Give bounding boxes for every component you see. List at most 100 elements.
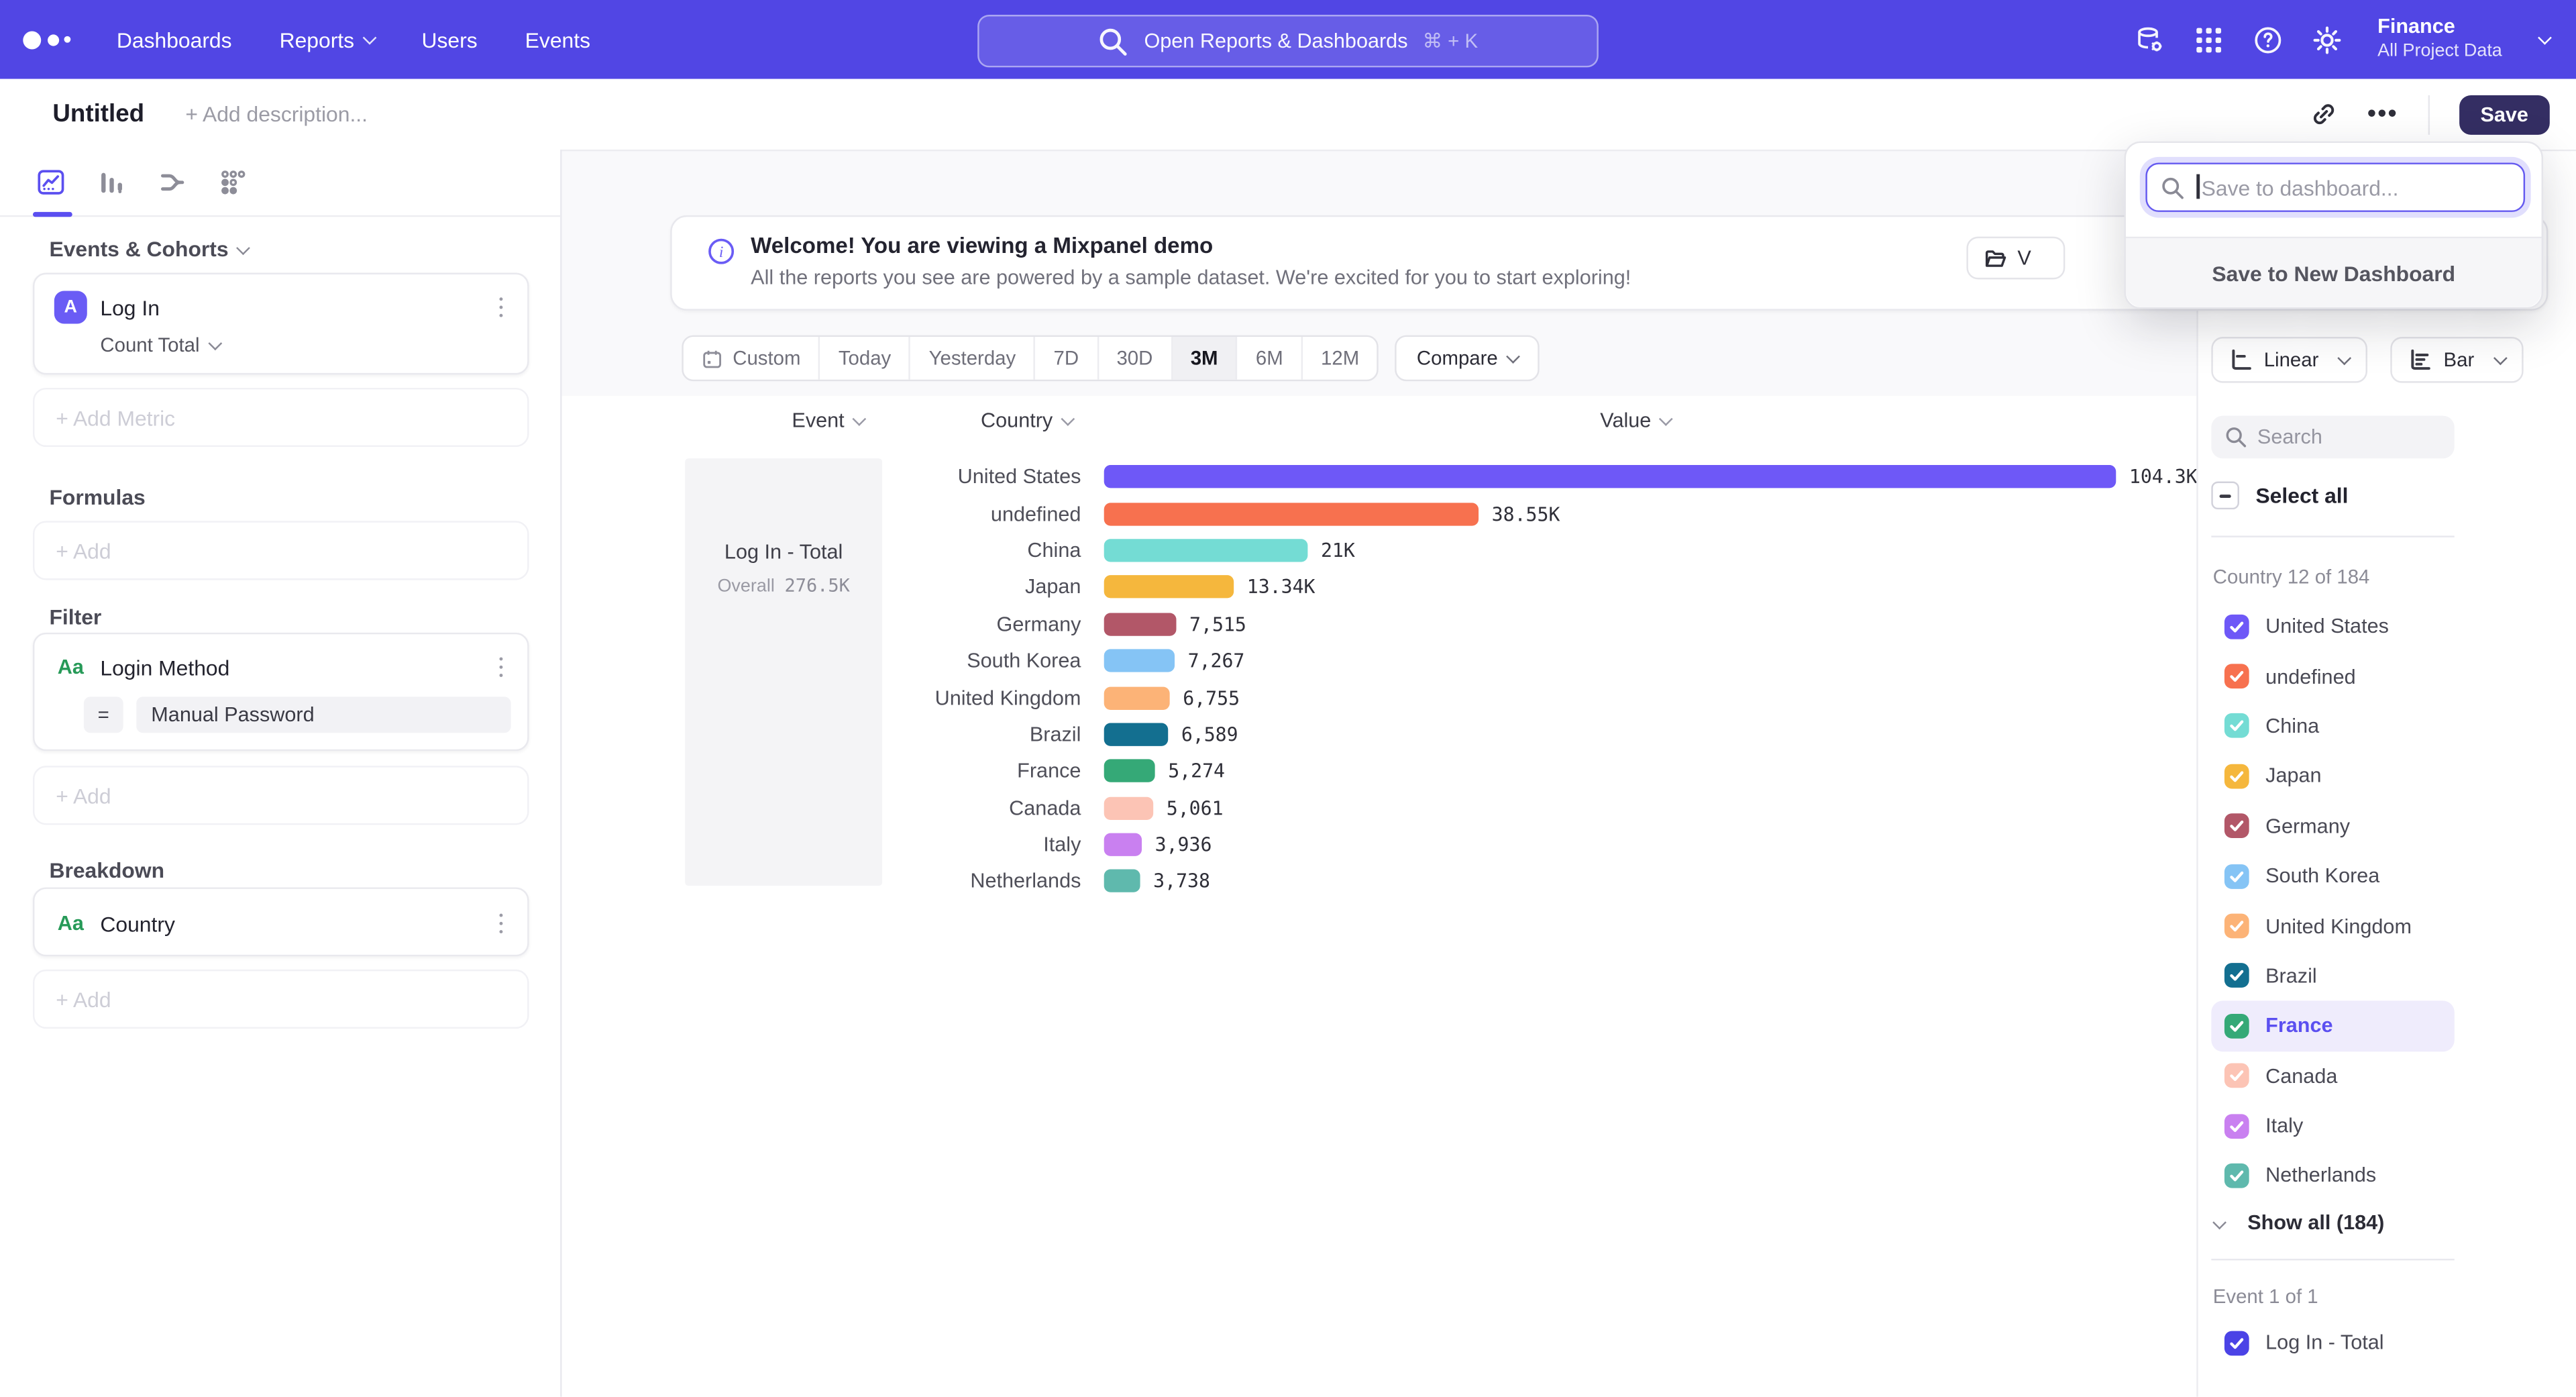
add-formula-button[interactable]: + Add — [33, 521, 529, 580]
country-checkbox[interactable] — [2224, 664, 2249, 689]
breakdown-card[interactable]: Aa Country — [33, 887, 529, 956]
range-3m[interactable]: 3M — [1173, 337, 1238, 380]
range-today[interactable]: Today — [820, 337, 911, 380]
bar-segment[interactable] — [1104, 576, 1234, 599]
country-checkbox[interactable] — [2224, 1064, 2249, 1088]
bar-segment[interactable] — [1104, 870, 1140, 893]
metric-card[interactable]: A Log In Count Total — [33, 273, 529, 375]
tab-funnels[interactable] — [80, 150, 142, 215]
event-checkbox-row[interactable]: Log In - Total — [2211, 1320, 2454, 1366]
country-row-united-states[interactable]: United States — [2211, 601, 2454, 651]
value-column-header[interactable]: Value — [1600, 409, 1670, 432]
country-row-undefined[interactable]: undefined — [2211, 652, 2454, 701]
add-breakdown-button[interactable]: + Add — [33, 970, 529, 1029]
breakdown-property-name[interactable]: Country — [100, 911, 494, 936]
metric-menu-button[interactable] — [494, 292, 508, 322]
show-all-button[interactable]: Show all (184) — [2211, 1211, 2384, 1234]
metric-event-name[interactable]: Log In — [100, 295, 494, 320]
report-title[interactable]: Untitled — [52, 100, 144, 128]
bar-segment[interactable] — [1104, 760, 1155, 782]
save-to-new-dashboard-button[interactable]: Save to New Dashboard — [2126, 237, 2542, 307]
save-dashboard-input[interactable] — [2147, 164, 2524, 211]
filter-menu-button[interactable] — [494, 652, 508, 682]
bar-segment[interactable] — [1104, 796, 1153, 819]
data-management-icon[interactable] — [2135, 24, 2166, 56]
save-button[interactable]: Save — [2459, 95, 2550, 134]
country-row-germany[interactable]: Germany — [2211, 801, 2454, 851]
country-checkbox[interactable] — [2224, 914, 2249, 939]
range-6m[interactable]: 6M — [1238, 337, 1303, 380]
events-cohorts-heading[interactable]: Events & Cohorts — [49, 237, 248, 262]
bar-segment[interactable] — [1104, 650, 1175, 672]
country-checkbox[interactable] — [2224, 1113, 2249, 1138]
tab-retention[interactable] — [202, 150, 263, 215]
bar-segment[interactable] — [1104, 539, 1308, 562]
range-custom[interactable]: Custom — [684, 337, 820, 380]
country-checkbox[interactable] — [2224, 714, 2249, 739]
filter-property-name[interactable]: Login Method — [100, 655, 494, 680]
country-row-italy[interactable]: Italy — [2211, 1101, 2454, 1151]
event-series-cell[interactable]: Log In - Total Overall 276.5K — [685, 458, 882, 886]
nav-item-dashboards[interactable]: Dashboards — [117, 27, 232, 52]
bar-segment[interactable] — [1104, 686, 1170, 709]
global-search-button[interactable]: Open Reports & Dashboards ⌘ + K — [977, 15, 1599, 67]
filter-card[interactable]: Aa Login Method = Manual Password — [33, 633, 529, 751]
country-column-header[interactable]: Country — [981, 409, 1073, 432]
view-dataset-button-partial[interactable]: V — [1966, 237, 2065, 280]
country-row-brazil[interactable]: Brazil — [2211, 951, 2454, 1000]
range-7d[interactable]: 7D — [1036, 337, 1099, 380]
bar-segment[interactable] — [1104, 833, 1142, 856]
nav-item-events[interactable]: Events — [525, 27, 590, 52]
bar-segment[interactable] — [1104, 613, 1177, 635]
legend-search[interactable] — [2211, 416, 2454, 459]
country-row-canada[interactable]: Canada — [2211, 1051, 2454, 1100]
country-checkbox[interactable] — [2224, 814, 2249, 839]
apps-grid-icon[interactable] — [2194, 24, 2225, 56]
help-icon[interactable] — [2253, 24, 2284, 56]
event-column-header[interactable]: Event — [792, 409, 864, 432]
country-row-south-korea[interactable]: South Korea — [2211, 851, 2454, 900]
more-options-button[interactable]: ••• — [2367, 100, 2398, 128]
select-all-row[interactable]: Select all — [2211, 482, 2348, 510]
mixpanel-logo-icon[interactable] — [23, 30, 70, 48]
country-row-netherlands[interactable]: Netherlands — [2211, 1151, 2454, 1200]
breakdown-menu-button[interactable] — [494, 909, 508, 939]
country-checkbox[interactable] — [2224, 1163, 2249, 1188]
range-12m[interactable]: 12M — [1303, 337, 1377, 380]
add-filter-button[interactable]: + Add — [33, 766, 529, 825]
country-checkbox[interactable] — [2224, 764, 2249, 788]
bar-segment[interactable] — [1104, 466, 2116, 488]
aggregation-selector[interactable]: Count Total — [100, 333, 507, 356]
event-checkbox[interactable] — [2224, 1330, 2249, 1355]
country-row-france[interactable]: France — [2211, 1001, 2454, 1051]
nav-item-reports[interactable]: Reports — [280, 27, 374, 52]
settings-gear-icon[interactable] — [2312, 24, 2343, 56]
country-row-japan[interactable]: Japan — [2211, 752, 2454, 801]
search-icon — [1098, 25, 1130, 57]
filter-value[interactable]: Manual Password — [136, 696, 511, 733]
country-checkbox[interactable] — [2224, 964, 2249, 988]
select-all-checkbox[interactable] — [2211, 482, 2239, 510]
project-switcher[interactable]: Finance All Project Data — [2377, 15, 2502, 64]
tab-insights[interactable] — [19, 150, 80, 215]
country-checkbox[interactable] — [2224, 864, 2249, 888]
add-description-field[interactable]: + Add description... — [185, 102, 368, 127]
chart-type-selector[interactable]: Bar — [2391, 337, 2524, 383]
filter-operator[interactable]: = — [84, 696, 123, 733]
country-checkbox[interactable] — [2224, 1014, 2249, 1039]
country-row-united-kingdom[interactable]: United Kingdom — [2211, 901, 2454, 951]
copy-link-icon[interactable] — [2310, 100, 2338, 128]
nav-item-users[interactable]: Users — [422, 27, 478, 52]
country-checkbox[interactable] — [2224, 614, 2249, 639]
range-yesterday[interactable]: Yesterday — [911, 337, 1036, 380]
compare-button[interactable]: Compare — [1395, 335, 1539, 382]
tab-flows[interactable] — [142, 150, 203, 215]
bar-segment[interactable] — [1104, 723, 1169, 745]
bar-segment[interactable] — [1104, 502, 1479, 525]
add-metric-button[interactable]: + Add Metric — [33, 388, 529, 447]
save-dashboard-search[interactable] — [2145, 162, 2525, 211]
country-row-china[interactable]: China — [2211, 701, 2454, 751]
scale-selector[interactable]: Linear — [2211, 337, 2368, 383]
legend-search-input[interactable] — [2211, 416, 2454, 459]
range-30d[interactable]: 30D — [1099, 337, 1173, 380]
